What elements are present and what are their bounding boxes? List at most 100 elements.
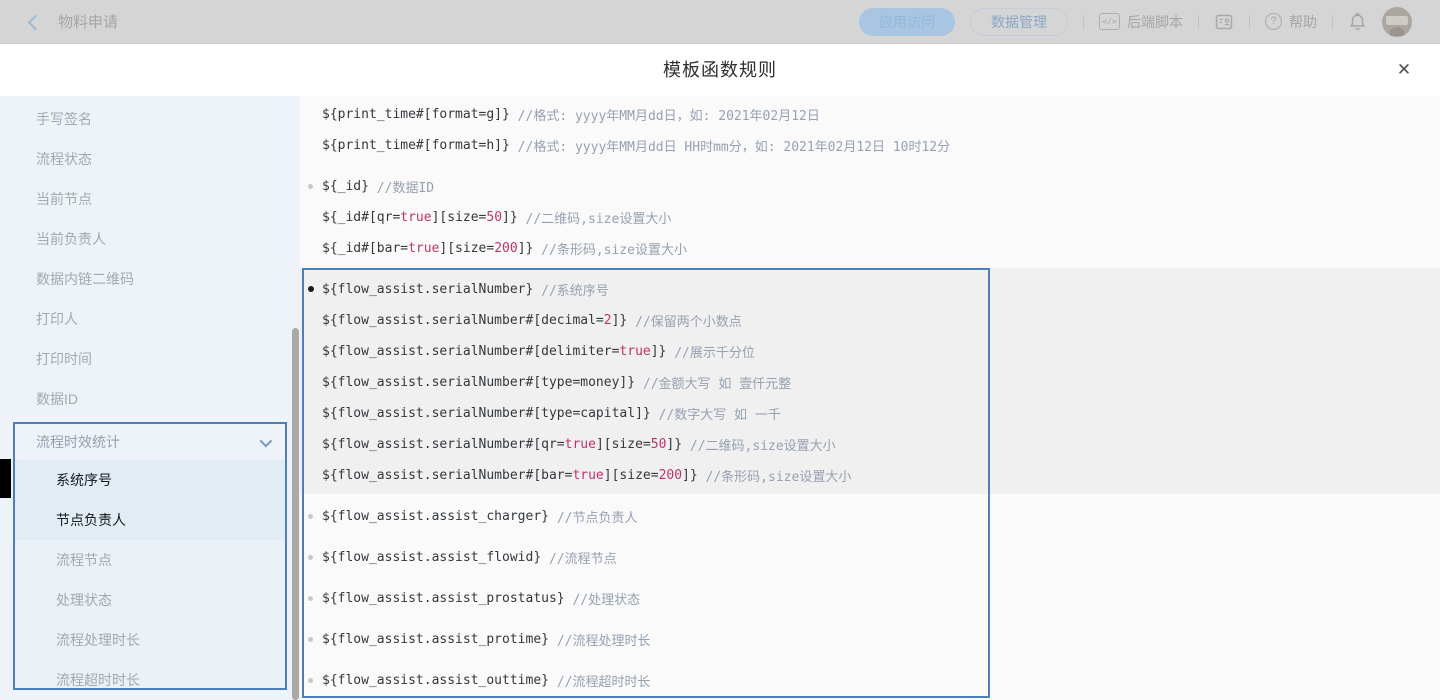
code-comment: //保留两个小数点 [635,311,742,330]
code-line: ${flow_assist.serialNumber#[decimal=2]} … [308,310,1440,330]
code-comment: //数字大写 如 一千 [659,404,781,423]
code-comment: //条形码,size设置大小 [706,466,852,485]
rules-content-panel: ${print_time#[format=g]} //格式: yyyy年MM月d… [300,96,1440,700]
bell-icon [1348,12,1367,32]
backend-script-label: 后端脚本 [1127,12,1183,32]
code-comment: //二维码,size设置大小 [526,208,672,227]
sidebar-group-flow-stats: 流程时效统计 系统序号节点负责人流程节点处理状态流程处理时长流程超时时长 [13,422,287,690]
code-line: ${flow_assist.assist_protime} //流程处理时长 [308,629,1440,649]
code-comment: //流程节点 [549,548,617,567]
code-comment: //金额大写 如 壹仟元整 [643,373,791,392]
sidebar-item[interactable]: 手写签名 [0,99,300,139]
code-text: ${flow_assist.serialNumber#[type=capital… [322,406,659,421]
id-card-icon [1214,12,1234,32]
data-manage-button[interactable]: 数据管理 [970,8,1068,36]
sidebar-group-label: 流程时效统计 [36,432,120,452]
app-title: 物料申请 [58,11,118,32]
code-text: ][size= [604,468,659,483]
code-text: ${_id#[bar= [322,241,408,256]
code-text: ${flow_assist.serialNumber#[type=money]} [322,375,643,390]
bullet-icon [308,555,322,560]
user-avatar[interactable] [1382,7,1412,37]
code-comment: //二维码,size设置大小 [690,435,836,454]
code-value: 200 [659,468,682,483]
question-icon: ? [1265,13,1282,30]
code-line: ${flow_assist.assist_charger} //节点负责人 [308,506,1440,526]
code-text: ${flow_assist.assist_outtime} [322,673,557,688]
sidebar-subitem-list: 系统序号节点负责人流程节点处理状态流程处理时长流程超时时长 [15,460,285,690]
code-line: ${print_time#[format=g]} //格式: yyyy年MM月d… [308,104,1440,124]
divider [1332,15,1333,29]
help-label: 帮助 [1289,12,1317,32]
close-icon[interactable]: ✕ [1393,59,1415,81]
code-comment: //数据ID [377,177,434,196]
sidebar-item[interactable]: 当前负责人 [0,219,300,259]
code-text: ${flow_assist.serialNumber#[qr= [322,437,565,452]
content-scrollbar-thumb[interactable] [292,328,299,700]
code-line: ${flow_assist.serialNumber#[bar=true][si… [308,465,1440,485]
code-text: ]} [502,210,525,225]
sidebar-subitem[interactable]: 流程节点 [15,540,285,580]
code-line: ${print_time#[format=h]} //格式: yyyy年MM月d… [308,135,1440,155]
code-line: ${_id#[bar=true][size=200]} //条形码,size设置… [308,238,1440,258]
code-text: ${flow_assist.serialNumber#[bar= [322,468,572,483]
bullet-icon [308,637,322,642]
sidebar-item[interactable]: 当前节点 [0,179,300,219]
code-line: ${flow_assist.serialNumber#[qr=true][siz… [308,434,1440,454]
code-line: ${flow_assist.serialNumber} //系统序号 [308,279,1440,299]
code-comment: //系统序号 [541,280,609,299]
code-comment: //流程处理时长 [557,630,651,649]
sidebar-subitem[interactable]: 流程超时时长 [15,660,285,690]
chevron-down-icon [260,434,273,447]
code-text: ${flow_assist.assist_flowid} [322,550,549,565]
help-button[interactable]: ? 帮助 [1265,12,1317,32]
back-chevron-icon[interactable] [28,16,40,28]
rules-sidebar: 手写签名流程状态当前节点当前负责人数据内链二维码打印人打印时间数据ID 流程时效… [0,96,300,700]
sidebar-item[interactable]: 流程状态 [0,139,300,179]
code-value: true [619,344,650,359]
sidebar-subitem[interactable]: 处理状态 [15,580,285,620]
code-text: ${flow_assist.serialNumber} [322,282,541,297]
modal-title: 模板函数规则 [663,44,777,96]
sidebar-item[interactable]: 数据内链二维码 [0,259,300,299]
code-comment: //节点负责人 [557,507,638,526]
code-text: ${flow_assist.assist_prostatus} [322,591,572,606]
code-text: ]} [518,241,541,256]
sidebar-subitem[interactable]: 系统序号 [15,460,285,500]
code-text: ${flow_assist.assist_charger} [322,509,557,524]
id-card-button[interactable] [1214,12,1234,32]
notification-button[interactable] [1348,12,1367,32]
sidebar-item[interactable]: 数据ID [0,379,300,419]
code-text: ]} [612,313,635,328]
sidebar-item[interactable]: 打印时间 [0,339,300,379]
code-line: ${flow_assist.assist_prostatus} //处理状态 [308,588,1440,608]
code-comment: //展示千分位 [674,342,755,361]
code-text: ${print_time#[format=g]} [322,107,518,122]
modal-header: 模板函数规则 ✕ [0,44,1440,96]
topbar-nav: 应用访问 数据管理 </> 后端脚本 ? 帮助 [859,7,1440,37]
code-text: ${flow_assist.serialNumber#[delimiter= [322,344,619,359]
backend-script-button[interactable]: </> 后端脚本 [1099,12,1183,32]
code-line: ${flow_assist.assist_outtime} //流程超时时长 [308,670,1440,690]
code-value: 200 [494,241,517,256]
code-text: ]} [682,468,705,483]
sidebar-subitem[interactable]: 流程处理时长 [15,620,285,660]
code-line: ${flow_assist.serialNumber#[type=money]}… [308,372,1440,392]
sidebar-subitem[interactable]: 节点负责人 [15,500,285,540]
code-comment: //格式: yyyy年MM月dd日，如: 2021年02月12日 [518,105,820,124]
code-text: ${flow_assist.assist_protime} [322,632,557,647]
sidebar-item-list: 手写签名流程状态当前节点当前负责人数据内链二维码打印人打印时间数据ID [0,96,300,419]
sidebar-scrollbar-thumb[interactable] [0,459,11,498]
code-text: ${_id} [322,179,377,194]
sidebar-item[interactable]: 打印人 [0,299,300,339]
app-access-button[interactable]: 应用访问 [859,8,955,36]
code-comment: //流程超时时长 [557,671,651,690]
divider [1198,15,1199,29]
code-value: 50 [486,210,502,225]
code-text: ]} [666,437,689,452]
code-value: true [400,210,431,225]
sidebar-group-header[interactable]: 流程时效统计 [15,424,285,460]
code-text: ]} [651,344,674,359]
modal-body: 手写签名流程状态当前节点当前负责人数据内链二维码打印人打印时间数据ID 流程时效… [0,96,1440,700]
code-value: true [408,241,439,256]
